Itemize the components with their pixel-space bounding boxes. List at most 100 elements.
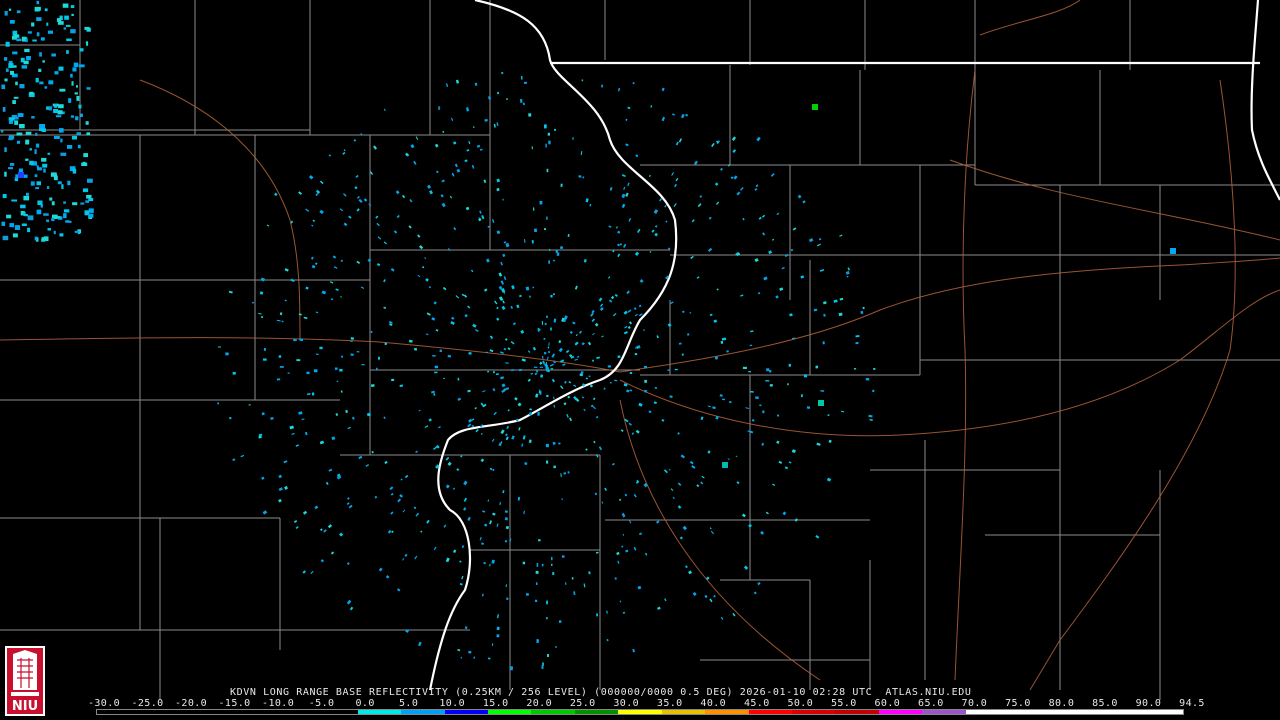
- scale-segment: [487, 710, 532, 714]
- echo: [32, 39, 37, 42]
- scale-label: 60.0: [874, 698, 901, 709]
- echo: [71, 13, 74, 16]
- echo: [70, 115, 74, 118]
- scale-label: -20.0: [174, 698, 208, 709]
- scale-label: -30.0: [87, 698, 121, 709]
- echo: [8, 167, 13, 170]
- echo: [681, 353, 684, 356]
- scale-segment: [1052, 710, 1097, 714]
- echo: [69, 220, 72, 223]
- scale-segment: [444, 710, 488, 714]
- echo: [34, 236, 38, 241]
- echo: [4, 171, 7, 177]
- scale-label: 90.0: [1135, 698, 1162, 709]
- echo: [4, 78, 8, 82]
- echo: [77, 144, 81, 149]
- echo: [812, 104, 818, 110]
- scale-label: -10.0: [262, 698, 295, 709]
- echo: [58, 66, 64, 71]
- echo: [82, 161, 86, 166]
- echo: [82, 188, 89, 193]
- echo: [88, 208, 94, 213]
- echo: [539, 200, 543, 205]
- echo: [350, 337, 354, 340]
- scale-label: 35.0: [656, 698, 683, 709]
- echo: [534, 599, 538, 602]
- echo: [546, 216, 548, 220]
- echo: [36, 32, 40, 37]
- echo: [556, 249, 559, 253]
- echo: [29, 160, 34, 165]
- scale-segment: [748, 710, 792, 714]
- scale-segment: [705, 710, 749, 714]
- echo: [46, 219, 49, 223]
- echo: [23, 60, 29, 65]
- scale-label: 30.0: [613, 698, 640, 709]
- echo: [538, 539, 541, 542]
- echo: [556, 252, 560, 256]
- echo: [873, 368, 876, 370]
- echo: [34, 149, 37, 155]
- echo: [581, 79, 584, 82]
- echo: [546, 600, 548, 605]
- echo: [370, 384, 375, 388]
- echo: [51, 201, 55, 206]
- echo: [23, 212, 26, 216]
- echo: [24, 48, 30, 53]
- echo: [53, 104, 58, 108]
- echo: [57, 181, 62, 185]
- echo: [803, 374, 808, 378]
- echo: [293, 338, 297, 342]
- echo: [558, 620, 562, 623]
- scale-label: 80.0: [1048, 698, 1075, 709]
- scale-label: -15.0: [218, 698, 251, 709]
- echo: [217, 346, 221, 348]
- echo: [76, 85, 78, 88]
- echo: [59, 88, 66, 92]
- echo: [487, 370, 490, 373]
- echo: [86, 41, 89, 46]
- echo: [25, 131, 32, 135]
- echo: [855, 342, 859, 345]
- scale-label: 75.0: [1005, 698, 1031, 709]
- echo: [67, 180, 71, 186]
- echo: [12, 51, 18, 55]
- echo: [377, 356, 381, 360]
- echo: [535, 570, 539, 574]
- echo: [504, 540, 508, 543]
- echo: [9, 223, 15, 228]
- echo: [42, 163, 48, 168]
- echo: [537, 411, 540, 416]
- echo: [8, 63, 14, 68]
- scale-label: 15.0: [482, 698, 509, 709]
- echo: [617, 355, 621, 359]
- scale-label: 10.0: [439, 698, 465, 709]
- echo: [334, 367, 338, 370]
- echo: [76, 132, 81, 135]
- echo: [5, 68, 9, 72]
- echo: [726, 350, 729, 353]
- echo: [755, 396, 759, 400]
- echo: [531, 240, 534, 244]
- scale-segment: [183, 710, 228, 714]
- echo: [546, 617, 548, 620]
- echo: [12, 233, 18, 238]
- echo: [341, 355, 344, 358]
- echo: [506, 597, 509, 600]
- echo: [872, 389, 875, 393]
- echo: [14, 225, 21, 230]
- echo: [545, 443, 549, 448]
- echo: [36, 6, 41, 11]
- scale-segment: [1009, 710, 1053, 714]
- scale-segment: [140, 710, 184, 714]
- echo: [555, 646, 557, 648]
- echo: [715, 356, 718, 360]
- scale-segment: [270, 710, 315, 714]
- echo: [539, 366, 544, 368]
- echo: [276, 378, 281, 381]
- echo: [58, 104, 64, 109]
- echo: [60, 138, 63, 143]
- echo: [25, 139, 30, 145]
- echo: [39, 52, 42, 57]
- echo: [551, 556, 553, 561]
